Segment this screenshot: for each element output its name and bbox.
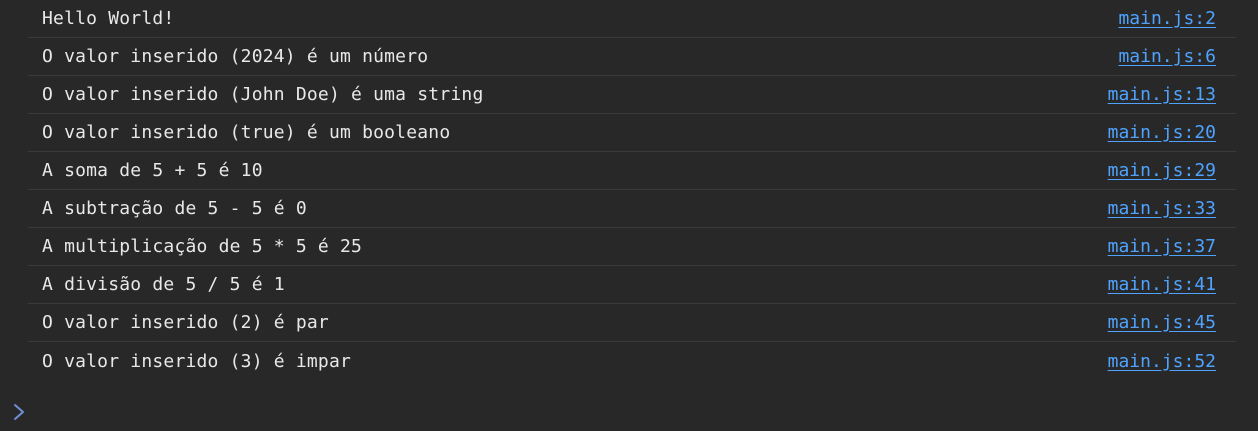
- console-prompt[interactable]: [0, 392, 1258, 431]
- log-message: A subtração de 5 - 5 é 0: [42, 198, 307, 219]
- log-source-link[interactable]: main.js:41: [1108, 274, 1216, 295]
- log-source-link[interactable]: main.js:37: [1108, 236, 1216, 257]
- log-source-link[interactable]: main.js:52: [1108, 351, 1216, 372]
- console-log-row: A divisão de 5 / 5 é 1 main.js:41: [28, 266, 1236, 304]
- console-log-row: O valor inserido (2024) é um número main…: [28, 38, 1236, 76]
- log-message: O valor inserido (John Doe) é uma string: [42, 84, 484, 105]
- log-source-link[interactable]: main.js:13: [1108, 84, 1216, 105]
- console-log-row: A multiplicação de 5 * 5 é 25 main.js:37: [28, 228, 1236, 266]
- log-source-link[interactable]: main.js:45: [1108, 312, 1216, 333]
- log-source-link[interactable]: main.js:6: [1118, 46, 1216, 67]
- log-source-link[interactable]: main.js:29: [1108, 160, 1216, 181]
- console-log-row: O valor inserido (true) é um booleano ma…: [28, 114, 1236, 152]
- log-message: Hello World!: [42, 8, 175, 29]
- log-message: A multiplicação de 5 * 5 é 25: [42, 236, 363, 257]
- log-source-link[interactable]: main.js:2: [1118, 8, 1216, 29]
- log-message: O valor inserido (2024) é um número: [42, 46, 429, 67]
- log-source-link[interactable]: main.js:33: [1108, 198, 1216, 219]
- log-message: O valor inserido (3) é impar: [42, 350, 352, 372]
- log-message: O valor inserido (2) é par: [42, 312, 329, 333]
- log-message: A divisão de 5 / 5 é 1: [42, 274, 285, 295]
- console-panel: Hello World! main.js:2 O valor inserido …: [0, 0, 1258, 431]
- console-log-row: A subtração de 5 - 5 é 0 main.js:33: [28, 190, 1236, 228]
- console-log-row: O valor inserido (John Doe) é uma string…: [28, 76, 1236, 114]
- console-log-row: O valor inserido (2) é par main.js:45: [28, 304, 1236, 342]
- console-log-list: Hello World! main.js:2 O valor inserido …: [28, 0, 1236, 380]
- console-log-row: A soma de 5 + 5 é 10 main.js:29: [28, 152, 1236, 190]
- console-input[interactable]: [34, 395, 1238, 428]
- log-message: A soma de 5 + 5 é 10: [42, 160, 263, 181]
- log-source-link[interactable]: main.js:20: [1108, 122, 1216, 143]
- console-log-row: O valor inserido (3) é impar main.js:52: [28, 342, 1236, 380]
- log-message: O valor inserido (true) é um booleano: [42, 122, 451, 143]
- chevron-right-icon: [12, 402, 26, 422]
- console-log-row: Hello World! main.js:2: [28, 0, 1236, 38]
